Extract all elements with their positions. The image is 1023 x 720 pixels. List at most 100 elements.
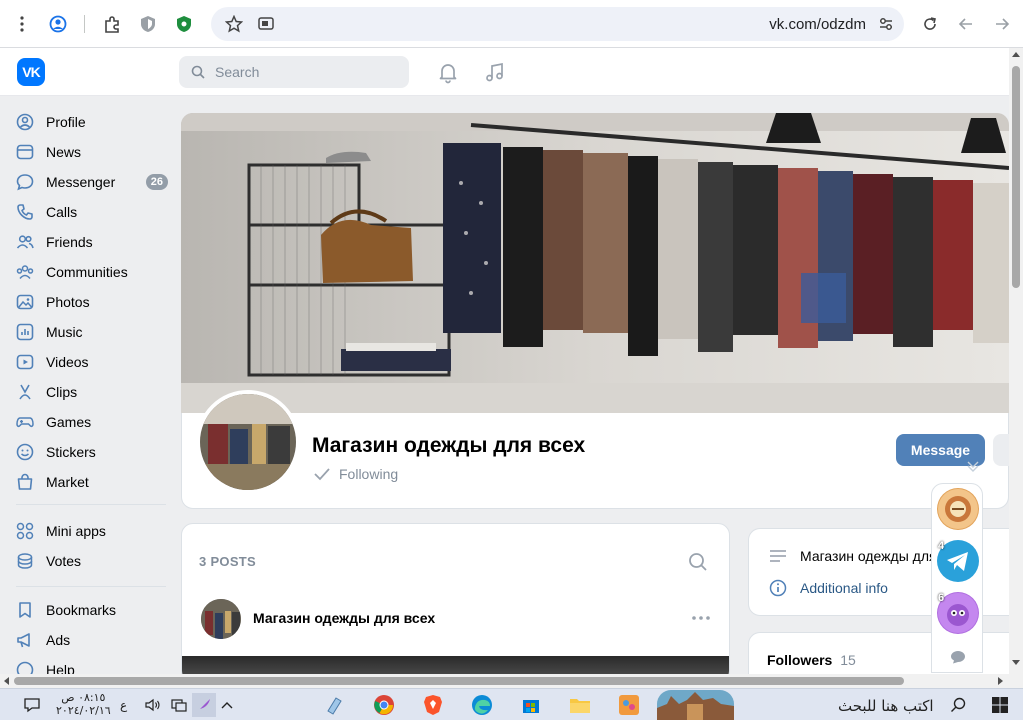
notification-icon[interactable] bbox=[20, 693, 44, 717]
video-icon bbox=[16, 353, 34, 371]
sidebar-item-calls[interactable]: Calls bbox=[16, 198, 168, 226]
bell-icon[interactable] bbox=[436, 60, 460, 84]
quick-chats-panel: 4 6 bbox=[931, 483, 983, 673]
search-input[interactable]: Search bbox=[179, 56, 409, 88]
sidebar-item-stickers[interactable]: Stickers bbox=[16, 438, 168, 466]
scroll-down-icon[interactable] bbox=[1012, 660, 1020, 666]
url-text[interactable]: vk.com/odzdm bbox=[769, 16, 866, 33]
sidebar-item-label: Photos bbox=[46, 294, 90, 310]
left-sidebar: Profile News Messenger 26 Calls Friends … bbox=[0, 96, 175, 674]
sidebar-item-games[interactable]: Games bbox=[16, 408, 168, 436]
address-bar[interactable]: vk.com/odzdm bbox=[211, 7, 904, 41]
scroll-up-icon[interactable] bbox=[1012, 52, 1020, 58]
sidebar-divider bbox=[16, 504, 166, 505]
post-author-avatar[interactable] bbox=[201, 599, 241, 639]
notepad-app-icon[interactable] bbox=[322, 693, 346, 717]
sidebar-item-profile[interactable]: Profile bbox=[16, 108, 168, 136]
store-app-icon[interactable] bbox=[519, 693, 543, 717]
sidebar-item-market[interactable]: Market bbox=[16, 468, 168, 496]
additional-info-link[interactable]: Additional info bbox=[800, 580, 888, 596]
phone-icon bbox=[16, 203, 34, 221]
vertical-scroll-thumb[interactable] bbox=[1012, 66, 1020, 288]
additional-info-row[interactable]: Additional info bbox=[769, 579, 888, 597]
text-lines-icon bbox=[770, 550, 786, 562]
gamepad-icon bbox=[16, 413, 34, 431]
quick-chat-1[interactable] bbox=[937, 488, 979, 530]
file-explorer-icon[interactable] bbox=[568, 693, 592, 717]
sidebar-item-help[interactable]: Help bbox=[16, 656, 168, 674]
back-arrow-icon[interactable] bbox=[954, 12, 978, 36]
more-actions-button[interactable] bbox=[993, 434, 1009, 466]
scroll-right-icon[interactable] bbox=[998, 677, 1004, 685]
weather-widget-image[interactable] bbox=[657, 690, 734, 720]
sidebar-item-label: Bookmarks bbox=[46, 602, 117, 618]
sidebar-item-bookmarks[interactable]: Bookmarks bbox=[16, 596, 168, 624]
vk-logo[interactable]: VK bbox=[17, 58, 45, 86]
bookmark-icon bbox=[16, 601, 34, 619]
site-settings-icon[interactable] bbox=[874, 12, 898, 36]
taskbar-search-input[interactable]: اكتب هنا للبحث bbox=[838, 697, 934, 715]
sidebar-item-communities[interactable]: Communities bbox=[16, 258, 168, 286]
following-button[interactable]: Following bbox=[313, 466, 398, 482]
sidebar-item-messenger[interactable]: Messenger 26 bbox=[16, 168, 168, 196]
chevron-up-icon[interactable] bbox=[215, 693, 239, 717]
sidebar-item-clips[interactable]: Clips bbox=[16, 378, 168, 406]
horizontal-scroll-thumb[interactable] bbox=[14, 677, 904, 685]
chat-icon[interactable] bbox=[950, 650, 966, 664]
windows-start-icon[interactable] bbox=[988, 693, 1012, 717]
taskbar-clock[interactable]: ٠٨:١٥ ص ٢٠٢٤/٠٢/١٦ bbox=[56, 691, 111, 717]
sidebar-item-friends[interactable]: Friends bbox=[16, 228, 168, 256]
menu-dots-icon[interactable] bbox=[10, 12, 34, 36]
search-posts-icon[interactable] bbox=[688, 552, 708, 572]
description-row: Магазин одежды для bbox=[769, 548, 937, 564]
sidebar-item-label: Mini apps bbox=[46, 523, 106, 539]
search-placeholder: Search bbox=[215, 64, 260, 80]
quick-chat-sticker[interactable]: 6 bbox=[937, 592, 979, 634]
sidebar-item-ads[interactable]: Ads bbox=[16, 626, 168, 654]
feather-app-icon[interactable] bbox=[192, 693, 216, 717]
green-shield-icon[interactable] bbox=[172, 12, 196, 36]
megaphone-icon bbox=[16, 631, 34, 649]
scroll-left-icon[interactable] bbox=[4, 677, 10, 685]
collapse-chevrons-icon[interactable] bbox=[966, 460, 980, 472]
edge-app-icon[interactable] bbox=[470, 693, 494, 717]
photo-icon bbox=[16, 293, 34, 311]
sidebar-item-label: Ads bbox=[46, 632, 71, 648]
quick-chat-telegram[interactable]: 4 bbox=[937, 540, 979, 582]
post-author-name[interactable]: Магазин одежды для всех bbox=[253, 610, 435, 626]
sidebar-item-photos[interactable]: Photos bbox=[16, 288, 168, 316]
sidebar-item-news[interactable]: News bbox=[16, 138, 168, 166]
forward-arrow-icon[interactable] bbox=[990, 12, 1014, 36]
profile-icon[interactable] bbox=[46, 12, 70, 36]
extensions-icon[interactable] bbox=[100, 12, 124, 36]
reload-icon[interactable] bbox=[918, 12, 942, 36]
sidebar-item-music[interactable]: Music bbox=[16, 318, 168, 346]
shield-extension-icon[interactable] bbox=[136, 12, 160, 36]
chrome-app-icon[interactable] bbox=[372, 693, 396, 717]
sidebar-item-videos[interactable]: Videos bbox=[16, 348, 168, 376]
game-app-icon[interactable] bbox=[617, 693, 641, 717]
music-note-icon[interactable] bbox=[483, 60, 507, 84]
chat-bubble-icon bbox=[16, 173, 34, 191]
sidebar-item-votes[interactable]: Votes bbox=[16, 547, 168, 575]
help-icon bbox=[16, 661, 34, 674]
sidebar-divider bbox=[16, 586, 166, 587]
post-menu-icon[interactable] bbox=[692, 616, 710, 620]
group-avatar[interactable] bbox=[196, 390, 300, 494]
cover-image bbox=[181, 113, 1009, 415]
friends-icon bbox=[16, 233, 34, 251]
sidebar-item-label: Help bbox=[46, 662, 75, 674]
taskbar-search-icon[interactable] bbox=[946, 693, 970, 717]
language-indicator[interactable]: ع bbox=[120, 698, 127, 712]
vertical-scrollbar[interactable] bbox=[1009, 48, 1023, 674]
brave-app-icon[interactable] bbox=[421, 693, 445, 717]
horizontal-scrollbar[interactable] bbox=[0, 674, 1023, 688]
sidebar-item-mini-apps[interactable]: Mini apps bbox=[16, 517, 168, 545]
following-label: Following bbox=[339, 466, 399, 482]
description-text: Магазин одежды для bbox=[800, 548, 937, 564]
star-icon[interactable] bbox=[222, 12, 246, 36]
communities-icon bbox=[16, 263, 34, 281]
network-icon[interactable] bbox=[167, 693, 191, 717]
tab-cast-icon[interactable] bbox=[254, 12, 278, 36]
volume-icon[interactable] bbox=[141, 693, 165, 717]
